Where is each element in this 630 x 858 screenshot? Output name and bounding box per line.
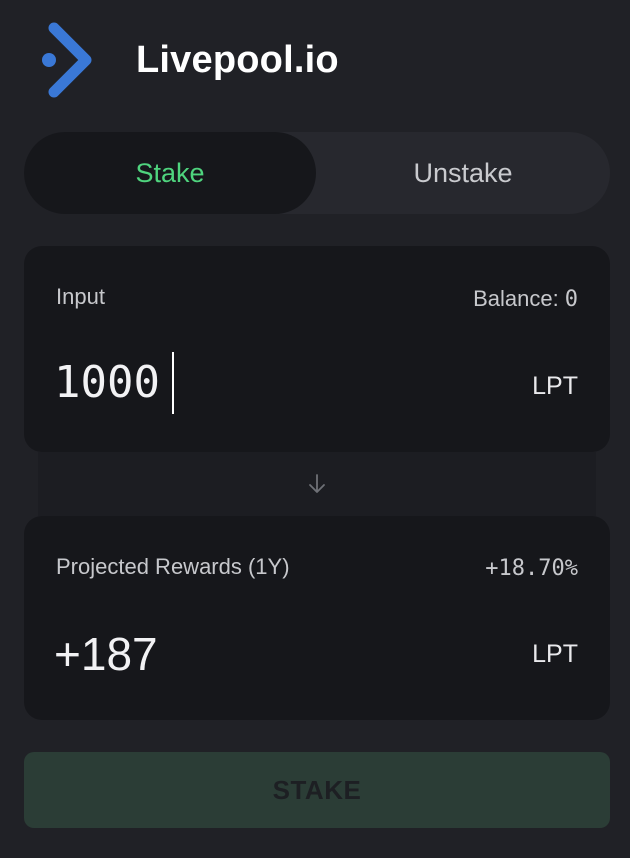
brand-name: Livepool.io xyxy=(136,39,339,81)
rewards-rate: +18.70% xyxy=(485,556,578,581)
tab-unstake[interactable]: Unstake xyxy=(316,132,610,214)
balance-value: 0 xyxy=(564,287,578,312)
rewards-label: Projected Rewards (1Y) xyxy=(56,554,290,579)
stake-unstake-tabs: Stake Unstake xyxy=(24,132,610,214)
input-label: Input xyxy=(56,284,105,309)
rewards-unit: LPT xyxy=(532,640,578,668)
balance-display: Balance: 0 xyxy=(473,286,578,312)
arrow-down-icon xyxy=(309,474,325,493)
app-root: Livepool.io Stake Unstake Input Balance:… xyxy=(0,0,630,858)
amount-input[interactable] xyxy=(54,352,474,414)
livepool-logo-icon xyxy=(42,22,92,98)
text-cursor xyxy=(172,352,174,414)
rewards-amount: +187 xyxy=(54,628,158,680)
rewards-card: Projected Rewards (1Y) +18.70% +187 LPT xyxy=(24,516,610,720)
input-card: Input Balance: 0 LPT xyxy=(24,246,610,452)
stake-button[interactable]: STAKE xyxy=(24,752,610,828)
swap-connector xyxy=(38,452,596,516)
balance-label: Balance: xyxy=(473,286,559,311)
input-unit: LPT xyxy=(532,372,578,400)
header: Livepool.io xyxy=(40,22,339,98)
tab-stake[interactable]: Stake xyxy=(24,132,316,214)
